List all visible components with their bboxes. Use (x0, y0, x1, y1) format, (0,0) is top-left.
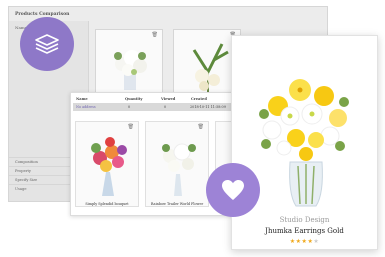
product-image (259, 79, 349, 207)
column-header: Quantity (125, 97, 143, 101)
bouquet-image (91, 137, 127, 196)
row-created: 2018-10-11 11:58:09 (190, 105, 226, 109)
column-header: Name (76, 97, 88, 101)
wishlist-product-card[interactable]: 🗑 Simply Splendid bouquet (75, 121, 139, 207)
stage: Products Comparison Name Composition Pro… (0, 0, 385, 257)
product-label[interactable]: Simply Splendid bouquet (76, 202, 138, 206)
layers-badge (20, 17, 74, 71)
product-name[interactable]: Jhumka Earrings Gold (232, 227, 377, 235)
row-name-link[interactable]: No address (76, 105, 96, 109)
row-quantity: 0 (128, 105, 131, 109)
product-label[interactable]: Rainbow Trailer World Flower (146, 202, 208, 206)
table-row[interactable]: No address 0 0 2018-10-11 11:58:09 (73, 103, 244, 111)
trash-icon[interactable]: 🗑 (128, 124, 134, 130)
trash-icon[interactable]: 🗑 (198, 124, 204, 130)
trash-icon[interactable]: 🗑 (152, 32, 158, 38)
product-card[interactable]: Studio Design Jhumka Earrings Gold ★★★★★ (231, 35, 378, 250)
layers-icon (35, 34, 59, 54)
heart-badge[interactable] (206, 163, 260, 217)
column-header: Created (191, 97, 207, 101)
comparison-title: Products Comparison (15, 12, 70, 17)
wishlist-table-header: Name Quantity Viewed Created (71, 95, 244, 103)
product-brand[interactable]: Studio Design (232, 216, 377, 224)
star-icon: ★ (313, 238, 320, 245)
star-rating: ★★★★★ (232, 238, 377, 245)
row-viewed: 0 (164, 105, 167, 109)
column-header: Viewed (161, 97, 176, 101)
bouquet-image (162, 143, 196, 196)
heart-icon (222, 180, 244, 200)
wishlist-product-card[interactable]: 🗑 Rainbow Trailer World Flower (145, 121, 209, 207)
